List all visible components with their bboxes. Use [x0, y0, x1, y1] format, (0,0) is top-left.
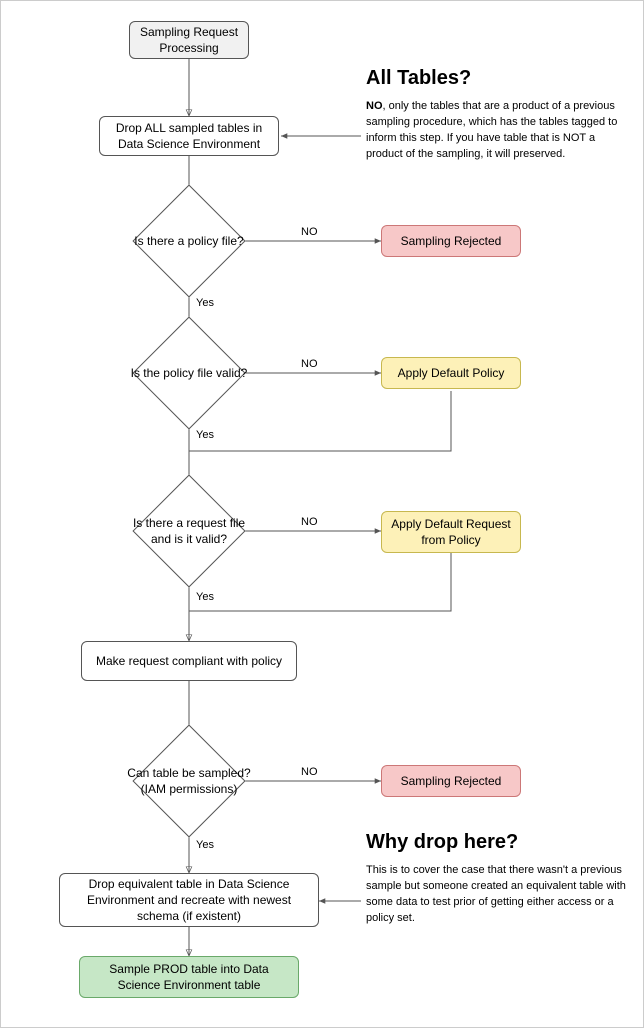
edge-no-1: NO — [301, 226, 318, 238]
node-drop-all: Drop ALL sampled tables in Data Science … — [99, 116, 279, 156]
node-apply-default-policy: Apply Default Policy — [381, 357, 521, 389]
node-apply-default-policy-label: Apply Default Policy — [398, 365, 505, 381]
node-drop-all-label: Drop ALL sampled tables in Data Science … — [108, 120, 270, 152]
node-rejected-bottom-label: Sampling Rejected — [401, 773, 502, 789]
node-apply-default-request-label: Apply Default Request from Policy — [390, 516, 512, 548]
edge-yes-4: Yes — [196, 839, 214, 851]
decision-iam: Can table be sampled? (IAM permissions) — [149, 741, 229, 821]
node-rejected-bottom: Sampling Rejected — [381, 765, 521, 797]
decision-iam-label: Can table be sampled? (IAM permissions) — [119, 731, 259, 831]
decision-request-file: Is there a request file and is it valid? — [149, 491, 229, 571]
decision-policy-valid: Is the policy file valid? — [149, 333, 229, 413]
decision-policy-file-label: Is there a policy file? — [119, 191, 259, 291]
node-make-compliant-label: Make request compliant with policy — [96, 653, 282, 669]
edge-yes-3: Yes — [196, 591, 214, 603]
node-apply-default-request: Apply Default Request from Policy — [381, 511, 521, 553]
flowchart-canvas: Sampling Request Processing Drop ALL sam… — [0, 0, 644, 1028]
node-drop-equivalent: Drop equivalent table in Data Science En… — [59, 873, 319, 927]
edge-yes-2: Yes — [196, 429, 214, 441]
edge-no-2: NO — [301, 358, 318, 370]
node-rejected-top: Sampling Rejected — [381, 225, 521, 257]
annotation-all-tables-body: NO, only the tables that are a product o… — [366, 99, 626, 163]
node-start-label: Sampling Request Processing — [138, 24, 240, 56]
node-sample: Sample PROD table into Data Science Envi… — [79, 956, 299, 998]
annotation-all-tables-body-bold: NO — [366, 100, 383, 112]
edge-no-3: NO — [301, 516, 318, 528]
decision-request-file-label: Is there a request file and is it valid? — [119, 481, 259, 581]
annotation-why-drop-body: This is to cover the case that there was… — [366, 863, 626, 927]
node-sample-label: Sample PROD table into Data Science Envi… — [88, 961, 290, 993]
annotation-all-tables-body-rest: , only the tables that are a product of … — [366, 100, 617, 160]
annotation-why-drop-title: Why drop here? — [366, 831, 518, 854]
node-rejected-top-label: Sampling Rejected — [401, 233, 502, 249]
decision-policy-valid-label: Is the policy file valid? — [119, 323, 259, 423]
node-make-compliant: Make request compliant with policy — [81, 641, 297, 681]
decision-policy-file: Is there a policy file? — [149, 201, 229, 281]
edge-yes-1: Yes — [196, 297, 214, 309]
edge-no-4: NO — [301, 766, 318, 778]
node-drop-equivalent-label: Drop equivalent table in Data Science En… — [68, 876, 310, 925]
node-start: Sampling Request Processing — [129, 21, 249, 59]
annotation-all-tables-title: All Tables? — [366, 67, 471, 90]
